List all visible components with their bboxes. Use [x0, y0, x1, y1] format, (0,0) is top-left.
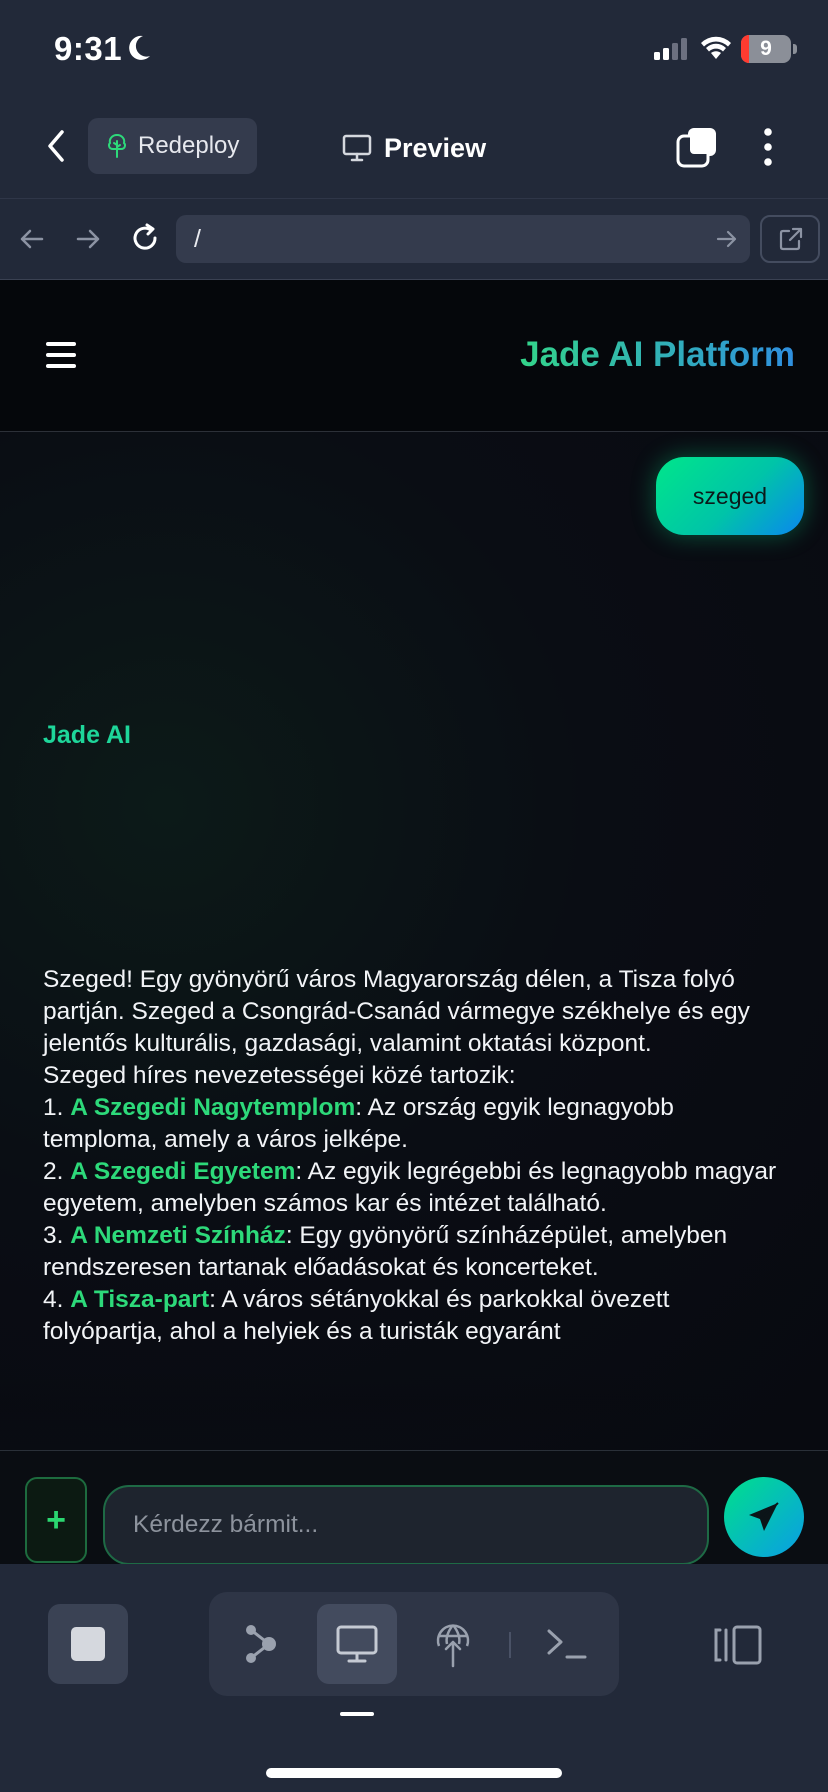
ai-sender-name: Jade AI: [43, 721, 132, 749]
message-placeholder: Kérdezz bármit...: [133, 1511, 319, 1538]
attach-button[interactable]: +: [25, 1477, 87, 1563]
moon-icon: [129, 35, 150, 60]
user-message-text: szeged: [692, 482, 768, 509]
list-item: 1. A Szegedi Nagytemplom: Az ország egyi…: [43, 1094, 674, 1153]
terminal-icon: [547, 1629, 587, 1659]
ai-message: Szeged! Egy gyönyörű város Magyarország …: [43, 964, 783, 1348]
status-bar: 9:31 9: [0, 0, 828, 100]
app-header: Jade AI Platform: [0, 280, 828, 432]
web-preview: Jade AI Platform szeged Jade AI Szeged! …: [0, 280, 828, 1450]
ai-list-heading: Szeged híres nevezetességei közé tartozi…: [43, 1062, 516, 1089]
external-link-icon: [779, 227, 803, 251]
redeploy-label: Redeploy: [138, 132, 240, 159]
deploy-tab[interactable]: [413, 1604, 493, 1684]
battery-level: 9: [760, 37, 772, 60]
reload-icon[interactable]: [128, 221, 162, 255]
list-item: 4. A Tisza-part: A város sétányokkal és …: [43, 1286, 670, 1345]
browser-bar: /: [0, 198, 828, 280]
nodes-icon: [246, 1625, 276, 1663]
active-indicator: [340, 1712, 374, 1716]
browser-back-icon[interactable]: [18, 225, 46, 253]
app-title: Jade AI Platform: [520, 335, 795, 374]
landmark-name: A Szegedi Nagytemplom: [70, 1094, 356, 1121]
tabs-icon[interactable]: [676, 126, 718, 168]
url-field[interactable]: /: [176, 215, 750, 263]
stop-icon: [71, 1627, 105, 1661]
side-panel-icon[interactable]: [712, 1624, 764, 1666]
preview-title[interactable]: Preview: [342, 124, 486, 172]
preview-tab[interactable]: [317, 1604, 397, 1684]
landmark-name: A Tisza-part: [70, 1286, 210, 1313]
landmark-name: A Szegedi Egyetem: [70, 1158, 296, 1185]
more-vertical-icon[interactable]: [752, 126, 784, 168]
deploy-tree-icon: [108, 133, 126, 158]
send-button[interactable]: [724, 1477, 804, 1557]
go-arrow-icon[interactable]: [716, 229, 738, 249]
message-input[interactable]: Kérdezz bármit...: [103, 1485, 709, 1565]
cellular-signal-icon: [654, 38, 687, 60]
user-message-bubble: szeged: [656, 457, 804, 535]
landmark-name: A Nemzeti Színház: [70, 1222, 286, 1249]
preview-label: Preview: [384, 132, 487, 163]
agent-nodes-tab[interactable]: [221, 1604, 301, 1684]
home-indicator[interactable]: [266, 1768, 562, 1778]
list-item: 2. A Szegedi Egyetem: Az egyik legrégebb…: [43, 1158, 777, 1217]
ai-intro: Szeged! Egy gyönyörű város Magyarország …: [43, 966, 750, 1057]
battery-icon: 9: [741, 35, 791, 63]
browser-forward-icon[interactable]: [74, 225, 102, 253]
send-paper-plane-icon: [749, 1502, 779, 1531]
hamburger-menu-icon[interactable]: [46, 342, 76, 368]
terminal-tab[interactable]: [527, 1604, 607, 1684]
wifi-icon: [701, 36, 731, 59]
list-item: 3. A Nemzeti Színház: Egy gyönyörű szính…: [43, 1222, 728, 1281]
plus-icon: +: [46, 1501, 66, 1539]
url-text: /: [194, 225, 201, 253]
globe-upload-icon: [436, 1624, 470, 1668]
redeploy-button[interactable]: Redeploy: [88, 118, 257, 174]
status-time: 9:31: [54, 30, 123, 67]
chat-input-bar: + Kérdezz bármit...: [0, 1450, 828, 1565]
bottom-toolbar: [0, 1564, 828, 1792]
stop-button[interactable]: [48, 1604, 128, 1684]
monitor-icon: [342, 134, 372, 162]
back-chevron-icon[interactable]: [40, 126, 72, 166]
open-external-button[interactable]: [760, 215, 820, 263]
view-switcher: [209, 1592, 619, 1696]
monitor-icon: [336, 1625, 378, 1663]
